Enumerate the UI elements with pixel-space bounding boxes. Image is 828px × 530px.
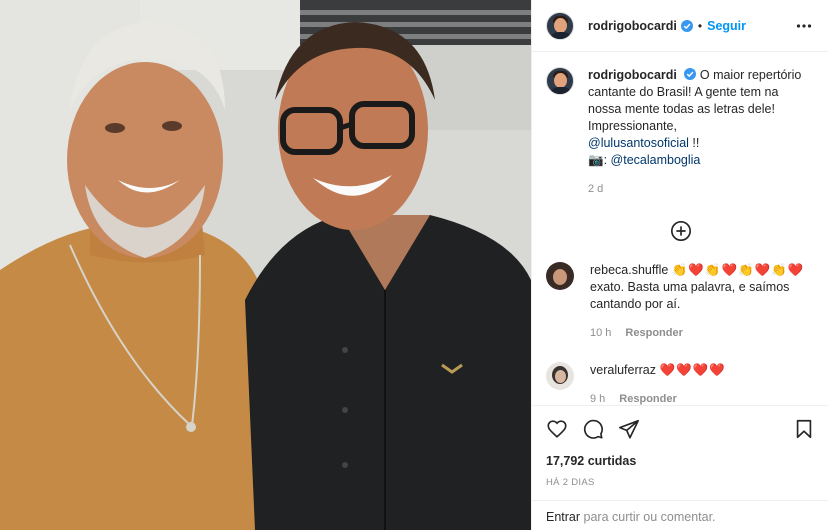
comment-meta: 10 h Responder: [590, 325, 815, 342]
caption-after-mention: !!: [688, 136, 700, 150]
reply-button[interactable]: Responder: [619, 393, 676, 405]
comment-body: exato. Basta uma palavra, e saímos canta…: [590, 280, 790, 311]
login-link[interactable]: Entrar: [546, 510, 580, 524]
plus-circle-icon[interactable]: [670, 220, 692, 242]
commenter-username[interactable]: veraluferraz: [590, 363, 656, 377]
load-more-comments[interactable]: [546, 220, 815, 242]
photo-illustration: [0, 0, 531, 530]
action-icons: [546, 406, 815, 452]
commenter-username[interactable]: rebeca.shuffle: [590, 263, 668, 277]
comments-section: rodrigobocardi O maior repertório cantan…: [532, 53, 828, 405]
comment-text-block: rebeca.shuffle 👏❤️👏❤️👏❤️👏❤️ exato. Basta…: [590, 262, 815, 342]
verified-badge-icon: [684, 68, 697, 80]
comment-emojis: ❤️❤️❤️❤️: [659, 363, 726, 377]
caption-mention-link[interactable]: @lulusantosoficial: [588, 136, 689, 150]
comment-icon[interactable]: [582, 418, 604, 440]
instagram-post: rodrigobocardi • Seguir rodrigobocardi O…: [0, 0, 828, 530]
author-avatar[interactable]: [546, 11, 574, 40]
add-comment-text: para curtir ou comentar.: [580, 510, 716, 524]
comment-time: 10 h: [590, 327, 612, 339]
follow-button[interactable]: Seguir: [707, 19, 746, 33]
more-options-icon[interactable]: [796, 18, 812, 34]
commenter-avatar[interactable]: [546, 262, 574, 290]
post-photo[interactable]: [0, 0, 531, 530]
likes-count[interactable]: 17,792 curtidas: [546, 454, 815, 468]
camera-emoji: 📷:: [588, 153, 608, 167]
caption-text-block: rodrigobocardi O maior repertório cantan…: [588, 67, 808, 198]
caption-username[interactable]: rodrigobocardi: [588, 68, 677, 82]
caption-meta: 2 d: [588, 181, 808, 198]
comment-item: veraluferraz ❤️❤️❤️❤️ 9 h Responder: [546, 362, 815, 408]
header-separator: •: [697, 18, 703, 33]
post-actions: 17,792 curtidas HÁ 2 DIAS: [532, 405, 828, 488]
caption-author-avatar[interactable]: [546, 67, 574, 95]
post-age[interactable]: HÁ 2 DIAS: [546, 477, 815, 488]
reply-button[interactable]: Responder: [625, 327, 682, 339]
caption-time[interactable]: 2 d: [588, 183, 603, 195]
add-comment-bar: Entrar para curtir ou comentar.: [532, 500, 828, 530]
verified-badge-icon: [680, 19, 693, 32]
comment-item: rebeca.shuffle 👏❤️👏❤️👏❤️👏❤️ exato. Basta…: [546, 262, 815, 342]
post-header: rodrigobocardi • Seguir: [532, 0, 828, 52]
commenter-avatar[interactable]: [546, 362, 574, 390]
author-username[interactable]: rodrigobocardi: [588, 19, 677, 33]
share-icon[interactable]: [618, 418, 640, 440]
comment-emojis: 👏❤️👏❤️👏❤️👏❤️: [671, 263, 805, 277]
comment-time: 9 h: [590, 393, 606, 405]
comment-text-block: veraluferraz ❤️❤️❤️❤️ 9 h Responder: [590, 362, 815, 408]
post-side-panel: rodrigobocardi • Seguir rodrigobocardi O…: [531, 0, 828, 530]
post-caption: rodrigobocardi O maior repertório cantan…: [546, 53, 815, 198]
photo-credit-link[interactable]: @tecalamboglia: [611, 153, 701, 167]
heart-icon[interactable]: [546, 418, 568, 440]
bookmark-icon[interactable]: [793, 418, 815, 440]
